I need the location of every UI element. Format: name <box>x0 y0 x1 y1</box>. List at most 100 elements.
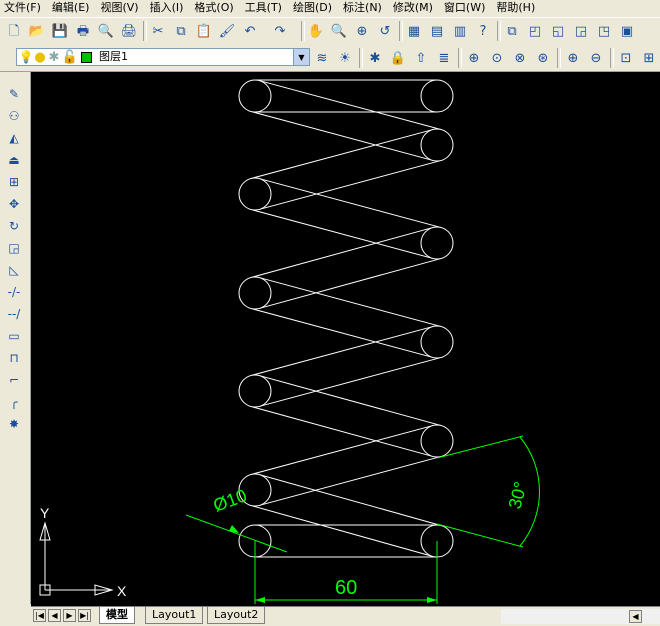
next-tab-icon[interactable]: ▶ <box>63 609 76 622</box>
first-tab-icon[interactable]: |◀ <box>33 609 46 622</box>
rotate-icon[interactable]: ↻ <box>4 216 24 236</box>
make-object-layer-current-icon[interactable]: ⇧ <box>411 48 431 68</box>
coil-section-left <box>238 276 272 310</box>
break-icon[interactable]: ▭ <box>4 326 24 346</box>
print-icon[interactable]: 🖶 <box>73 21 93 41</box>
match-properties-icon[interactable]: 🖌 <box>217 21 237 41</box>
trim-icon[interactable]: -/- <box>4 282 24 302</box>
layer-on-icon[interactable]: ☀ <box>335 48 355 68</box>
layout-tab-bar: |◀ ◀ ▶ ▶| 模型 Layout1 Layout2 ◀ <box>31 606 660 626</box>
coil-section-right <box>420 128 454 162</box>
tab-layout1[interactable]: Layout1 <box>145 607 204 624</box>
undo-icon[interactable]: ↶ <box>240 21 260 41</box>
prev-tab-icon[interactable]: ◀ <box>48 609 61 622</box>
stretch-icon[interactable]: ◺ <box>4 260 24 280</box>
right-view-icon[interactable]: ◳ <box>594 21 614 41</box>
zoom-extents-icon[interactable]: ⊞ <box>639 48 659 68</box>
menu-item[interactable]: 标注(N) <box>339 0 389 16</box>
array-icon[interactable]: ⊞ <box>4 172 24 192</box>
zoom-out-icon[interactable]: ⊖ <box>586 48 606 68</box>
fillet-icon[interactable]: ╭ <box>4 392 24 412</box>
named-views-icon[interactable]: ⧉ <box>502 21 522 41</box>
coil-section-right <box>420 226 454 260</box>
offset-icon[interactable]: ⏏ <box>4 150 24 170</box>
bottom-view-icon[interactable]: ◱ <box>548 21 568 41</box>
dimension-arrow <box>427 597 437 603</box>
lock-icon: 🔓 <box>61 49 79 65</box>
layer-lock-icon[interactable]: 🔒 <box>388 48 408 68</box>
scroll-left-icon[interactable]: ◀ <box>629 610 642 623</box>
pan-icon[interactable]: ✋ <box>306 21 326 41</box>
layer-manager-icon[interactable]: ≋ <box>312 48 332 68</box>
new-icon[interactable]: 🗋 <box>4 21 24 41</box>
drawing-area[interactable]: Ø10 60 30° X Y <box>31 72 660 606</box>
erase-icon[interactable]: ✎ <box>4 84 24 104</box>
zoom-realtime-icon[interactable]: 🔍 <box>329 21 349 41</box>
help-icon[interactable]: ? <box>473 21 493 41</box>
layer-freeze-icon[interactable]: ✱ <box>365 48 385 68</box>
print-preview-icon[interactable]: 🔍 <box>96 21 116 41</box>
coil-edge <box>259 178 442 229</box>
menu-item[interactable]: 帮助(H) <box>492 0 542 16</box>
move-icon[interactable]: ✥ <box>4 194 24 214</box>
paste-icon[interactable]: 📋 <box>194 21 214 41</box>
zoom-window-icon[interactable]: ⊕ <box>352 21 372 41</box>
coil-edge <box>259 356 442 407</box>
coil-section-left <box>238 374 272 408</box>
freeze-viewport-icon: ✱ <box>48 49 60 65</box>
menu-item[interactable]: 视图(V) <box>96 0 145 16</box>
diameter-leader <box>185 514 288 553</box>
zoom-scale-icon[interactable]: ⊗ <box>510 48 530 68</box>
publish-icon[interactable]: 🖨 <box>119 21 139 41</box>
coil-edge <box>250 129 433 180</box>
horizontal-scrollbar[interactable]: ◀ <box>501 609 660 624</box>
layer-dropdown[interactable]: 💡 ● ✱ 🔓 图层1 ▼ <box>16 48 310 66</box>
tool-palettes-icon[interactable]: ▥ <box>450 21 470 41</box>
menu-item[interactable]: 窗口(W) <box>440 0 492 16</box>
menu-item[interactable]: 文件(F) <box>0 0 48 16</box>
zoom-window-icon[interactable]: ⊕ <box>464 48 484 68</box>
menu-item[interactable]: 格式(O) <box>190 0 240 16</box>
zoom-all-icon[interactable]: ⊡ <box>616 48 636 68</box>
extend-icon[interactable]: --/ <box>4 304 24 324</box>
zoom-center-icon[interactable]: ⊛ <box>533 48 553 68</box>
coil-section-right <box>420 325 454 359</box>
design-center-icon[interactable]: ▤ <box>427 21 447 41</box>
join-icon[interactable]: ⊓ <box>4 348 24 368</box>
layer-previous-icon[interactable]: ≣ <box>434 48 454 68</box>
open-icon[interactable]: 📂 <box>27 21 47 41</box>
save-icon[interactable]: 💾 <box>50 21 70 41</box>
zoom-dynamic-icon[interactable]: ⊙ <box>487 48 507 68</box>
last-tab-icon[interactable]: ▶| <box>78 609 91 622</box>
coil-edge <box>259 257 442 309</box>
front-view-icon[interactable]: ▣ <box>617 21 637 41</box>
left-view-icon[interactable]: ◲ <box>571 21 591 41</box>
cut-icon[interactable]: ✂ <box>148 21 168 41</box>
menu-item[interactable]: 工具(T) <box>241 0 289 16</box>
menu-item[interactable]: 绘图(D) <box>289 0 339 16</box>
explode-icon[interactable]: ✸ <box>4 414 24 434</box>
redo-icon[interactable]: ↷ <box>270 21 290 41</box>
copy-object-icon[interactable]: ⚇ <box>4 106 24 126</box>
layers-toolbar: 💡 ● ✱ 🔓 图层1 ▼ ≋ ☀ ✱ 🔒 ⇧ ≣ ⊕ ⊙ ⊗ ⊛ ⊕ ⊖ ⊡ ⊞ <box>0 45 660 72</box>
menu-item[interactable]: 编辑(E) <box>48 0 97 16</box>
chamfer-icon[interactable]: ⌐ <box>4 370 24 390</box>
mirror-icon[interactable]: ◭ <box>4 128 24 148</box>
menu-item[interactable]: 插入(I) <box>146 0 191 16</box>
coil-section-left <box>238 79 272 113</box>
tab-model[interactable]: 模型 <box>99 607 135 624</box>
coil-section-right <box>420 79 454 113</box>
menu-item[interactable]: 修改(M) <box>389 0 440 16</box>
scale-icon[interactable]: ◲ <box>4 238 24 258</box>
spring-drawing <box>39 79 540 604</box>
zoom-in-icon[interactable]: ⊕ <box>563 48 583 68</box>
properties-icon[interactable]: ▦ <box>404 21 424 41</box>
top-view-icon[interactable]: ◰ <box>525 21 545 41</box>
tab-layout2[interactable]: Layout2 <box>207 607 266 624</box>
copy-icon[interactable]: ⧉ <box>171 21 191 41</box>
coil-edge <box>259 474 442 527</box>
coil-edge <box>250 307 433 358</box>
chevron-down-icon[interactable]: ▼ <box>293 49 309 65</box>
zoom-previous-icon[interactable]: ↺ <box>375 21 395 41</box>
coil-edge <box>250 227 433 279</box>
